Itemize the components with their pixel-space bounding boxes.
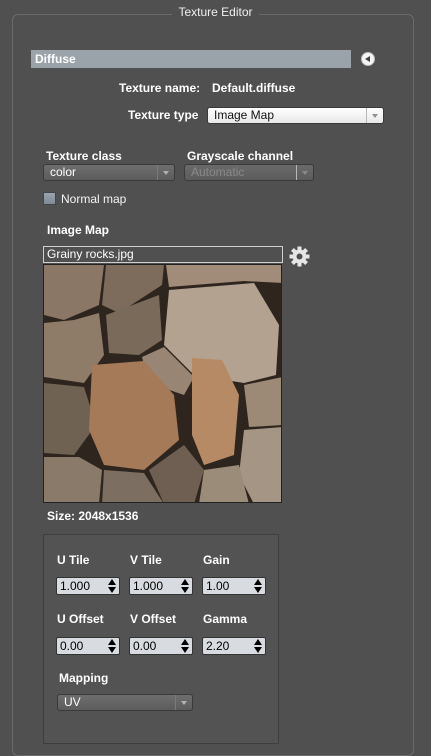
gain-stepper[interactable]: 1.00 xyxy=(202,577,266,595)
rock-texture-svg xyxy=(44,265,281,502)
mapping-label: Mapping xyxy=(59,671,109,685)
triangle-left-icon[interactable] xyxy=(361,52,375,66)
stepper-arrows-icon[interactable] xyxy=(107,579,118,593)
texture-type-value: Image Map xyxy=(214,108,275,122)
image-size-text: Size: 2048x1536 xyxy=(47,509,139,523)
gain-value: 1.00 xyxy=(206,579,230,593)
u-tile-stepper[interactable]: 1.000 xyxy=(56,577,120,595)
stepper-arrows-icon[interactable] xyxy=(107,639,118,653)
grayscale-channel-label: Grayscale channel xyxy=(187,149,294,163)
gain-label: Gain xyxy=(203,553,230,567)
chevron-down-icon xyxy=(296,165,313,180)
u-offset-stepper[interactable]: 0.00 xyxy=(56,637,120,655)
image-map-section-label: Image Map xyxy=(47,223,110,237)
grayscale-channel-value: Automatic xyxy=(191,165,245,179)
texture-class-label: Texture class xyxy=(46,149,122,163)
normal-map-checkbox[interactable] xyxy=(43,192,56,205)
panel-title-text: Texture Editor xyxy=(172,5,259,19)
stepper-arrows-icon[interactable] xyxy=(253,579,264,593)
stepper-arrows-icon[interactable] xyxy=(180,639,191,653)
mapping-select[interactable]: UV xyxy=(57,694,193,711)
v-offset-stepper[interactable]: 0.00 xyxy=(129,637,193,655)
texture-type-label: Texture type xyxy=(128,108,199,122)
u-tile-value: 1.000 xyxy=(60,579,91,593)
texture-class-select[interactable]: color xyxy=(43,164,175,181)
u-offset-value: 0.00 xyxy=(60,639,84,653)
gamma-label: Gamma xyxy=(203,612,248,626)
texture-type-select[interactable]: Image Map xyxy=(207,107,384,124)
grayscale-channel-select: Automatic xyxy=(184,164,314,181)
channel-label: Diffuse xyxy=(35,52,76,66)
u-tile-label: U Tile xyxy=(57,553,90,567)
stepper-arrows-icon[interactable] xyxy=(180,579,191,593)
texture-name-label: Texture name: xyxy=(119,81,201,95)
stepper-arrows-icon[interactable] xyxy=(253,639,264,653)
mapping-value: UV xyxy=(64,695,81,709)
texture-name-value: Default.diffuse xyxy=(212,81,296,95)
texture-class-value: color xyxy=(50,165,77,179)
v-offset-value: 0.00 xyxy=(133,639,157,653)
texture-preview-image xyxy=(43,264,282,503)
v-tile-value: 1.000 xyxy=(133,579,164,593)
image-file-name: Grainy rocks.jpg xyxy=(47,247,134,261)
normal-map-label: Normal map xyxy=(61,192,127,206)
v-tile-label: V Tile xyxy=(130,553,162,567)
v-tile-stepper[interactable]: 1.000 xyxy=(129,577,193,595)
panel-title: Texture Editor xyxy=(0,5,431,19)
gear-icon[interactable] xyxy=(289,246,310,267)
chevron-down-icon xyxy=(157,165,174,180)
chevron-down-icon xyxy=(366,108,383,123)
gamma-value: 2.20 xyxy=(206,639,230,653)
v-offset-label: V Offset xyxy=(130,612,177,626)
gamma-stepper[interactable]: 2.20 xyxy=(202,637,266,655)
channel-bar[interactable]: Diffuse xyxy=(31,50,351,68)
u-offset-label: U Offset xyxy=(57,612,104,626)
image-file-field[interactable]: Grainy rocks.jpg xyxy=(43,246,283,263)
chevron-down-icon xyxy=(175,695,192,710)
